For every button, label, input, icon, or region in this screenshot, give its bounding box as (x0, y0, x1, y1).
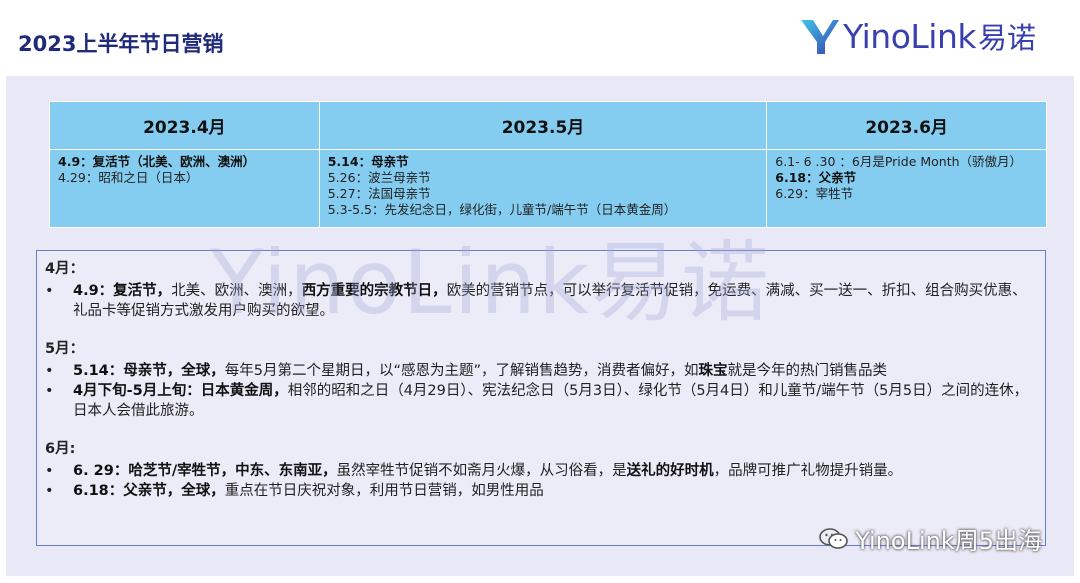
event-line: 6.18：父亲节 (775, 170, 857, 185)
bullet-dot-icon: • (45, 383, 54, 399)
bullet-text: 6. 29：哈芝节/宰牲节，中东、东南亚，虽然宰牲节促销不如斋月火爆，从习俗看，… (73, 461, 1035, 481)
event-line: 5.27：法国母亲节 (327, 186, 431, 201)
brand-logo: YinoLink 易诺 (799, 12, 1036, 60)
bullet-item: • 4月下旬-5月上旬：日本黄金周，相邻的昭和之日（4月29日）、宪法纪念日（5月… (45, 381, 1035, 421)
event-line: 6.29：宰牲节 (775, 186, 854, 201)
wechat-label: YinoLink周5出海 (855, 527, 1042, 555)
june-events-cell: 6.1- 6 .30 ：6月是Pride Month（骄傲月） 6.18：父亲节 6… (766, 149, 1047, 228)
text-segment: 北美、欧洲、澳洲， (171, 283, 302, 299)
month-header: 2023.5月 (318, 101, 768, 150)
bullet-dot-icon: • (45, 463, 54, 479)
month-table: 2023.4月 2023.5月 2023.6月 4.9：复活节（北美、欧洲、澳洲… (49, 101, 1047, 228)
event-line: 5.26：波兰母亲节 (327, 170, 431, 185)
bullet-item: • 5.14：母亲节，全球，每年5月第二个星期日，以“感恩为主题”，了解销售趋势，… (45, 361, 1035, 381)
april-notes-list: • 4.9：复活节，北美、欧洲、澳洲，西方重要的宗教节日，欧美的营销节点，可以举行… (45, 281, 1035, 321)
month-header-row: 2023.4月 2023.5月 2023.6月 (49, 101, 1047, 150)
month-header: 2023.6月 (766, 101, 1047, 150)
bullet-text: 6.18：父亲节，全球，重点在节日庆祝对象，利用节日营销，如男性用品 (73, 481, 1035, 501)
bullet-item: • 6. 29：哈芝节/宰牲节，中东、东南亚，虽然宰牲节促销不如斋月火爆，从习俗看… (45, 461, 1035, 481)
event-line: 4.29：昭和之日（日本） (58, 170, 199, 185)
logo-text: YinoLink (843, 16, 976, 56)
wechat-icon (819, 527, 849, 551)
may-notes-list: • 5.14：母亲节，全球，每年5月第二个星期日，以“感恩为主题”，了解销售趋势，… (45, 361, 1035, 421)
may-heading: 5月： (45, 341, 85, 357)
event-line: 4.9：复活节（北美、欧洲、澳洲） (58, 154, 256, 169)
bullet-item: • 4.9：复活节，北美、欧洲、澳洲，西方重要的宗教节日，欧美的营销节点，可以举行… (45, 281, 1035, 321)
bold-segment: 6. 29：哈芝节/宰牲节，中东、东南亚， (73, 463, 337, 479)
june-notes-list: • 6. 29：哈芝节/宰牲节，中东、东南亚，虽然宰牲节促销不如斋月火爆，从习俗看… (45, 461, 1035, 501)
bullet-item: • 6.18：父亲节，全球，重点在节日庆祝对象，利用节日营销，如男性用品 (45, 481, 1035, 501)
page-title: 2023上半年节日营销 (18, 32, 224, 56)
text-segment: 每年5月第二个星期日，以“感恩为主题”，了解销售趋势，消费者偏好，如 (224, 363, 699, 379)
bullet-dot-icon: • (45, 283, 54, 299)
april-heading: 4月： (45, 261, 85, 277)
text-segment: 虽然宰牲节促销不如斋月火爆，从习俗看，是 (336, 463, 627, 479)
bullet-text: 4月下旬-5月上旬：日本黄金周，相邻的昭和之日（4月29日）、宪法纪念日（5月3… (73, 381, 1035, 421)
bold-segment: 6.18：父亲节，全球， (73, 483, 225, 499)
wechat-footer: YinoLink周5出海 (819, 521, 1042, 556)
bold-segment: 送礼的好时机 (626, 463, 714, 479)
april-events-cell: 4.9：复活节（北美、欧洲、澳洲） 4.29：昭和之日（日本） (49, 149, 320, 228)
text-segment: ，品牌可推广礼物提升销量。 (713, 463, 903, 479)
bullet-dot-icon: • (45, 363, 54, 379)
bullet-text: 5.14：母亲节，全球，每年5月第二个星期日，以“感恩为主题”，了解销售趋势，消… (73, 361, 1035, 381)
event-line: 5.3-5.5：先发纪念日，绿化街，儿童节/端午节（日本黄金周） (327, 202, 677, 217)
bullet-text: 4.9：复活节，北美、欧洲、澳洲，西方重要的宗教节日，欧美的营销节点，可以举行复… (73, 281, 1035, 321)
bold-segment: 西方重要的宗教节日， (301, 283, 447, 299)
event-line: 6.1- 6 .30 ：6月是Pride Month（骄傲月） (775, 154, 1023, 169)
text-segment: 就是今年的热门销售品类 (727, 363, 888, 379)
month-header: 2023.4月 (49, 101, 320, 150)
month-events-row: 4.9：复活节（北美、欧洲、澳洲） 4.29：昭和之日（日本） 5.14：母亲节 5… (49, 149, 1047, 228)
may-events-cell: 5.14：母亲节 5.26：波兰母亲节 5.27：法国母亲节 5.3-5.5：先发纪念… (318, 149, 768, 228)
logo-mark-icon (799, 16, 841, 56)
text-segment: 重点在节日庆祝对象，利用节日营销，如男性用品 (224, 483, 544, 499)
notes-box: 4月： • 4.9：复活节，北美、欧洲、澳洲，西方重要的宗教节日，欧美的营销节点，… (36, 250, 1046, 546)
bold-segment: 珠宝 (698, 363, 728, 379)
bold-segment: 5.14：母亲节，全球， (73, 363, 225, 379)
bold-segment: 4月下旬-5月上旬：日本黄金周， (73, 383, 288, 399)
bold-segment: 4.9：复活节， (73, 283, 172, 299)
logo-cn-text: 易诺 (977, 21, 1036, 55)
june-heading: 6月: (45, 441, 76, 457)
event-line: 5.14：母亲节 (327, 154, 409, 169)
bullet-dot-icon: • (45, 483, 54, 499)
